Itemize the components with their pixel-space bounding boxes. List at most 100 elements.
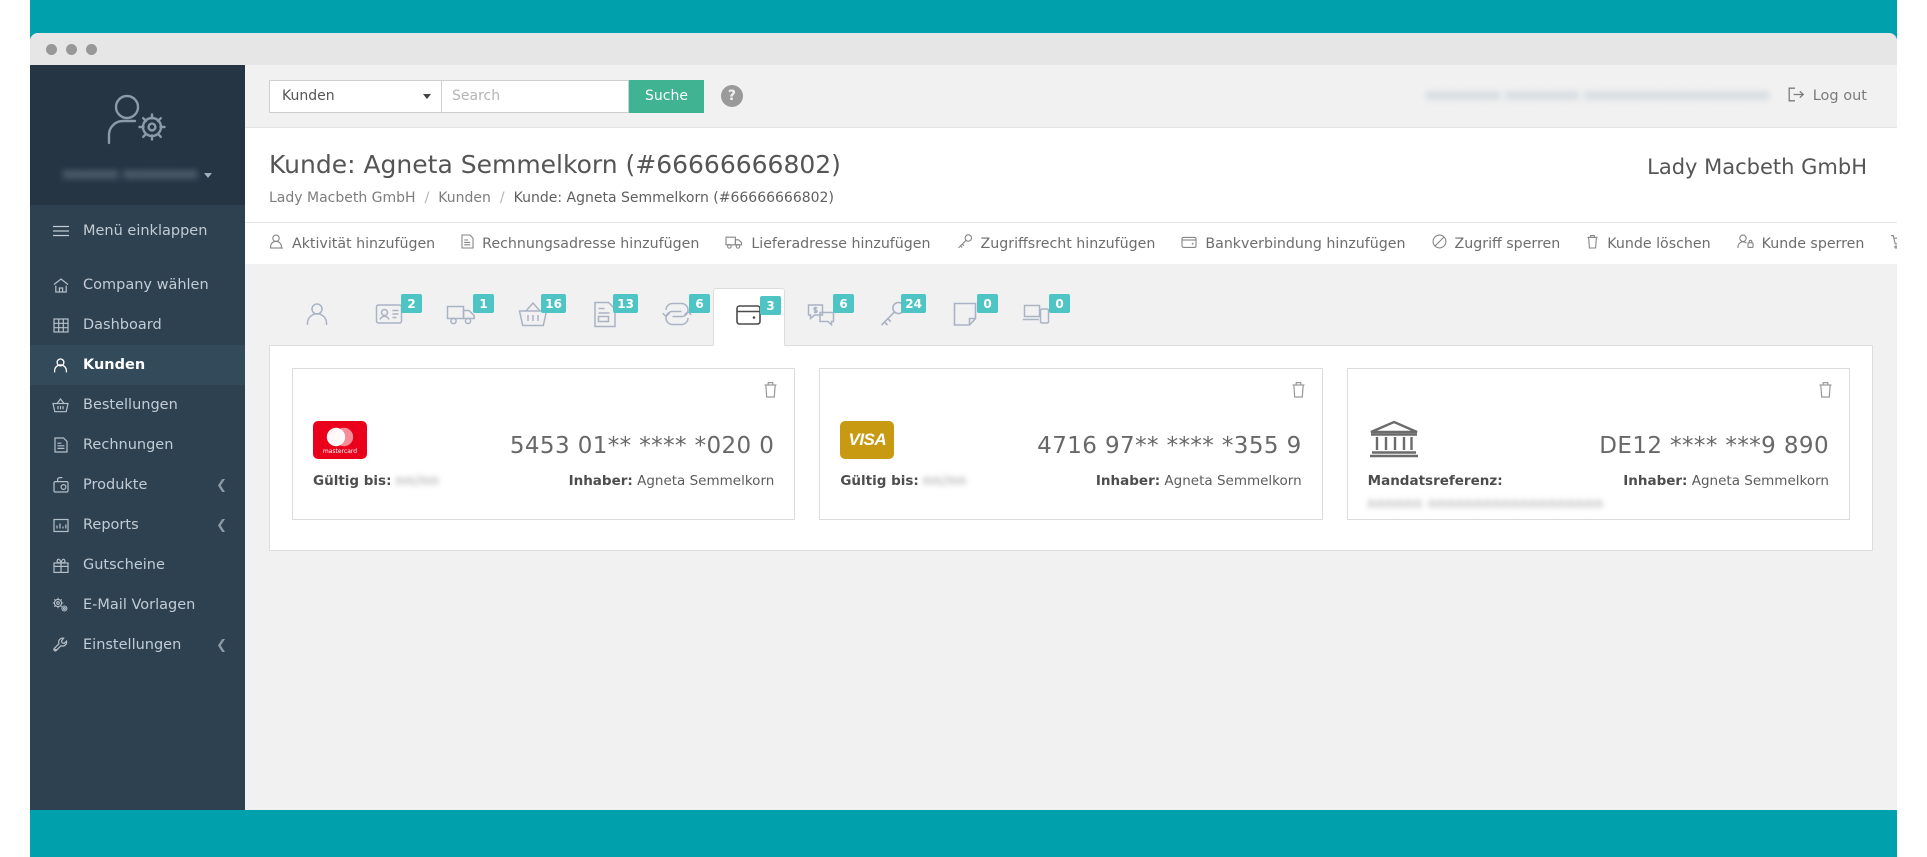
page-header: Kunde: Agneta Semmelkorn (#66666666802) …: [245, 128, 1897, 206]
window-maximize-dot[interactable]: [86, 43, 97, 55]
breadcrumb: Lady Macbeth GmbH / Kunden / Kunde: Agne…: [269, 190, 1867, 206]
sidebar-profile[interactable]: nnnnnn nnnnnnnn: [30, 65, 245, 205]
sidebar-item-label: Bestellungen: [83, 397, 178, 413]
account-info: nnnnnnnn nnnnnnnn nnnnnnnnnnnnnnnnnnnn: [1426, 88, 1770, 104]
main-content: Kunden Suche ? nnnnnnnn nnnnnnnn nnnnnnn…: [245, 65, 1897, 810]
grid-icon: [52, 317, 69, 333]
tab-orders[interactable]: 16: [497, 287, 569, 345]
add-activity-button[interactable]: Aktivität hinzufügen: [269, 234, 435, 253]
tab-badge: 6: [833, 294, 854, 313]
checkout-button[interactable]: Checkout: [1890, 234, 1897, 253]
home-icon: [52, 277, 69, 293]
sidebar-item-company[interactable]: Company wählen: [30, 265, 245, 305]
card-field-label: Gültig bis:: [313, 473, 392, 489]
sidebar-item-email-vorlagen[interactable]: E-Mail Vorlagen: [30, 585, 245, 625]
chevron-left-icon: ❮: [216, 517, 227, 533]
sidebar-collapse-toggle[interactable]: Menü einklappen: [30, 211, 245, 251]
sidebar-item-label: Company wählen: [83, 277, 209, 293]
toolbar-label: Rechnungsadresse hinzufügen: [482, 235, 700, 252]
window-close-dot[interactable]: [46, 43, 57, 55]
tab-payment-methods[interactable]: 3: [713, 288, 785, 346]
search-scope-select[interactable]: Kunden: [269, 79, 441, 113]
toolbar-label: Kunde löschen: [1607, 235, 1711, 252]
tab-subscriptions[interactable]: 6: [641, 287, 713, 345]
sidebar-item-einstellungen[interactable]: Einstellungen ❮: [30, 625, 245, 665]
sidebar-item-label: Rechnungen: [83, 437, 174, 453]
search-input[interactable]: [441, 79, 629, 113]
tab-addresses[interactable]: 2: [353, 287, 425, 345]
tab-badge: 1: [473, 294, 494, 313]
breadcrumb-item-0[interactable]: Lady Macbeth GmbH: [269, 190, 416, 206]
tab-invoices[interactable]: 13: [569, 287, 641, 345]
breadcrumb-item-1[interactable]: Kunden: [438, 190, 491, 206]
logout-button[interactable]: Log out: [1788, 87, 1867, 106]
tab-badge: 24: [901, 294, 926, 313]
tab-devices[interactable]: 0: [1001, 287, 1073, 345]
sidebar-item-label: Produkte: [83, 477, 148, 493]
document-icon: [461, 234, 474, 253]
tab-overview[interactable]: [281, 287, 353, 345]
trash-icon: [1586, 234, 1599, 253]
tab-shipping[interactable]: 1: [425, 287, 497, 345]
sidebar-item-dashboard[interactable]: Dashboard: [30, 305, 245, 345]
sidebar-item-kunden[interactable]: Kunden: [30, 345, 245, 385]
sidebar-item-reports[interactable]: Reports ❮: [30, 505, 245, 545]
tab-badge: 16: [541, 294, 566, 313]
block-customer-button[interactable]: Kunde sperren: [1737, 234, 1864, 253]
hamburger-icon: [52, 225, 69, 237]
card-holder-value: Agneta Semmelkorn: [1691, 473, 1829, 489]
delete-payment-method-button[interactable]: [1818, 381, 1833, 402]
tab-messages[interactable]: 6: [785, 287, 857, 345]
payment-cards-area: mastercard 5453 01** **** *020 0 Gültig …: [269, 346, 1873, 551]
sidebar-item-label: Reports: [83, 517, 139, 533]
window-minimize-dot[interactable]: [66, 43, 77, 55]
tab-badge: 6: [689, 294, 710, 313]
card-field-value: nn/nn: [923, 473, 967, 489]
sidebar-item-produkte[interactable]: Produkte ❮: [30, 465, 245, 505]
logout-label: Log out: [1812, 88, 1867, 104]
search-group: Kunden Suche: [269, 79, 704, 113]
add-bank-account-button[interactable]: Bankverbindung hinzufügen: [1181, 235, 1406, 253]
tab-badge: 0: [977, 294, 998, 313]
sidebar-item-bestellungen[interactable]: Bestellungen: [30, 385, 245, 425]
payment-card: mastercard 5453 01** **** *020 0 Gültig …: [292, 368, 796, 520]
sidebar: nnnnnn nnnnnnnn Menü einklappen Company …: [30, 65, 245, 810]
screen: nnnnnn nnnnnnnn Menü einklappen Company …: [0, 0, 1927, 857]
page-title: Kunde: Agneta Semmelkorn (#66666666802): [269, 150, 841, 179]
tab-access-rights[interactable]: 24: [857, 287, 929, 345]
sidebar-item-rechnungen[interactable]: Rechnungen: [30, 425, 245, 465]
gears-icon: [52, 597, 69, 613]
topbar-right: nnnnnnnn nnnnnnnn nnnnnnnnnnnnnnnnnnnn L…: [1426, 87, 1867, 106]
invoice-icon: [52, 437, 69, 453]
sidebar-item-label: E-Mail Vorlagen: [83, 597, 196, 613]
chevron-down-icon: [423, 93, 431, 99]
delete-payment-method-button[interactable]: [763, 381, 778, 402]
devices-icon: [1022, 302, 1052, 330]
sidebar-item-gutscheine[interactable]: Gutscheine: [30, 545, 245, 585]
delete-customer-button[interactable]: Kunde löschen: [1586, 234, 1711, 253]
window-titlebar: [30, 33, 1897, 65]
toolbar-label: Zugriffsrecht hinzufügen: [980, 235, 1156, 252]
sidebar-item-label: Gutscheine: [83, 557, 165, 573]
card-holder-label: Inhaber:: [1623, 473, 1688, 489]
sidebar-collapse-label: Menü einklappen: [83, 223, 208, 239]
payment-card: VISA 4716 97** **** *355 9 Gültig bis: n…: [819, 368, 1323, 520]
card-field-label: Mandatsreferenz:: [1367, 473, 1503, 489]
tab-panel: 2 1 16 13 6 3 6 24 0 0 mastercard 5453 0…: [269, 286, 1873, 551]
add-billing-address-button[interactable]: Rechnungsadresse hinzufügen: [461, 234, 699, 253]
user-activity-icon: [269, 234, 284, 253]
bag-icon: [52, 477, 69, 493]
search-submit-button[interactable]: Suche: [629, 79, 704, 113]
add-shipping-address-button[interactable]: Lieferadresse hinzufügen: [725, 235, 931, 253]
card-number: 5453 01** **** *020 0: [509, 433, 775, 459]
add-access-right-button[interactable]: Zugriffsrecht hinzufügen: [957, 234, 1156, 253]
card-field-value: nn/nn: [395, 473, 440, 489]
chat-money-icon: [807, 302, 835, 331]
svg-text:mastercard: mastercard: [323, 448, 357, 455]
delete-payment-method-button[interactable]: [1291, 381, 1306, 402]
gift-icon: [52, 558, 69, 573]
tab-notes[interactable]: 0: [929, 287, 1001, 345]
help-icon[interactable]: ?: [720, 85, 743, 107]
card-field-value: nnnnnn nnnnnnnnnnnnnnnnnnn: [1367, 497, 1604, 512]
block-access-button[interactable]: Zugriff sperren: [1432, 234, 1560, 253]
